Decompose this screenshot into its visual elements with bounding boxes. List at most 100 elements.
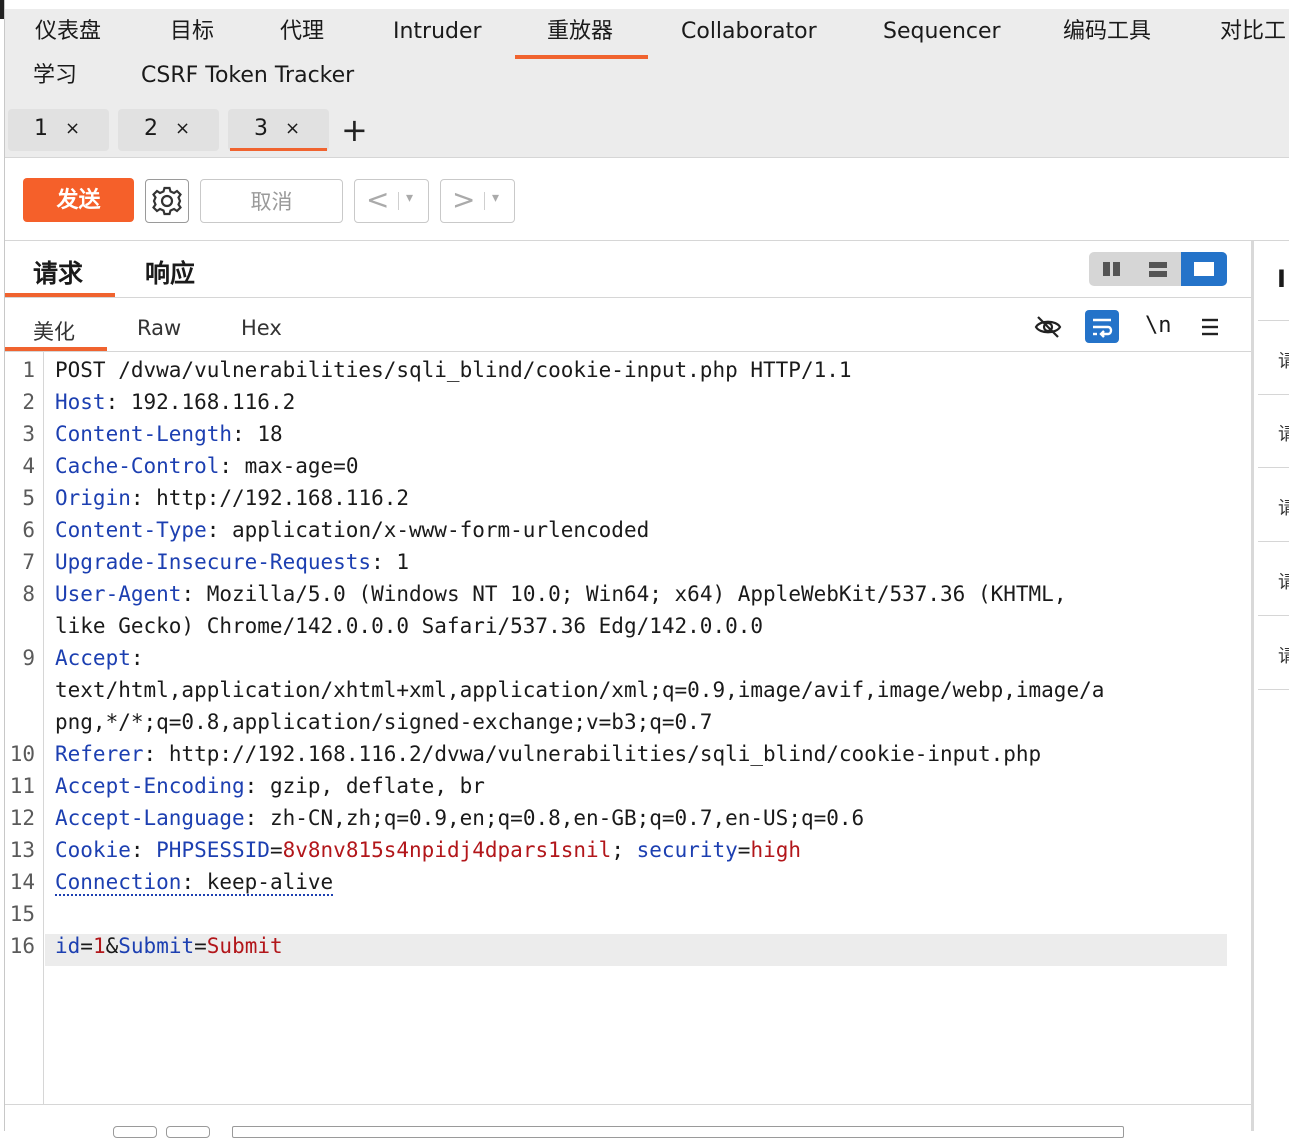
editor-menu-button[interactable] [1196, 311, 1228, 343]
eye-slash-icon [1034, 316, 1062, 338]
divider [5, 297, 1251, 298]
header-line-continuation: like Gecko) Chrome/142.0.0.0 Safari/537.… [55, 614, 764, 638]
header-line: Upgrade-Insecure-Requests: 1 [55, 550, 410, 574]
header-name: Connection [55, 870, 182, 894]
tab-response[interactable]: 响应 [145, 254, 195, 290]
forward-button[interactable]: > ▾ [440, 179, 515, 223]
line-number: 2 [22, 390, 35, 414]
chevron-left-icon: < [366, 183, 390, 216]
header-value: Mozilla/5.0 (Windows NT 10.0; Win64; x64… [194, 582, 1067, 606]
line-number: 13 [9, 838, 35, 862]
param-value: Submit [206, 934, 283, 958]
search-input[interactable] [232, 1126, 1124, 1138]
header-line: Host: 192.168.116.2 [55, 390, 296, 414]
repeater-tab-1[interactable]: 1 × [8, 109, 109, 151]
nav-target[interactable]: 目标 [170, 17, 214, 47]
cookie-name: PHPSESSID [156, 838, 270, 862]
header-line: Content-Length: 18 [55, 422, 283, 446]
nav-sequencer[interactable]: Sequencer [883, 17, 1001, 47]
header-name: Accept [55, 646, 131, 670]
header-line: Connection: keep-alive [55, 870, 334, 896]
inspector-item[interactable]: 请 [1258, 616, 1289, 690]
repeater-toolbar [5, 158, 1289, 241]
inspector-item[interactable]: 请 [1258, 542, 1289, 616]
nav-comparer[interactable]: 对比工 [1220, 17, 1286, 47]
nav-proxy[interactable]: 代理 [280, 17, 324, 47]
body-line: id=1&Submit=Submit [55, 934, 283, 958]
header-line: Origin: http://192.168.116.2 [55, 486, 410, 510]
line-number: 9 [22, 646, 35, 670]
header-line: Accept-Language: zh-CN,zh;q=0.9,en;q=0.8… [55, 806, 865, 830]
cancel-button[interactable]: 取消 [200, 179, 343, 223]
nav-learn[interactable]: 学习 [33, 61, 77, 91]
header-name: Cache-Control [55, 454, 220, 478]
header-value: keep-alive [194, 870, 334, 894]
nav-csrf-token-tracker[interactable]: CSRF Token Tracker [141, 61, 354, 91]
header-value: 192.168.116.2 [118, 390, 296, 414]
nav-intruder[interactable]: Intruder [393, 17, 482, 47]
hamburger-menu-icon [1202, 318, 1218, 336]
tab-request[interactable]: 请求 [33, 254, 83, 290]
param-value: 1 [92, 934, 106, 958]
nav-repeater[interactable]: 重放器 [514, 17, 649, 59]
header-value: 1 [383, 550, 410, 574]
header-name: Cookie [55, 838, 131, 862]
add-tab-button[interactable]: + [341, 113, 368, 147]
layout-rows-button[interactable] [1135, 252, 1181, 286]
layout-columns-button[interactable] [1089, 252, 1135, 286]
param-name: id [55, 934, 81, 958]
header-value: http://192.168.116.2 [143, 486, 410, 510]
header-line-continuation: text/html,application/xhtml+xml,applicat… [55, 678, 1105, 702]
gear-icon [152, 186, 182, 216]
word-wrap-button[interactable] [1085, 310, 1119, 343]
settings-button[interactable] [145, 179, 189, 223]
inspector-item[interactable]: 请 [1258, 394, 1289, 468]
tab-pretty[interactable]: 美化 [33, 316, 75, 346]
line-number: 12 [9, 806, 35, 830]
cookie-name: security [636, 838, 738, 862]
chevron-down-icon[interactable]: ▾ [492, 190, 499, 206]
hide-nonprintable-button[interactable] [1032, 311, 1064, 343]
single-pane-icon [1194, 262, 1214, 276]
send-button[interactable]: 发送 [23, 178, 134, 222]
close-icon[interactable]: × [65, 118, 80, 139]
header-line: Referer: http://192.168.116.2/dvwa/vulne… [55, 742, 1042, 766]
inspector-title: I [1277, 265, 1286, 293]
tab-raw[interactable]: Raw [137, 316, 181, 340]
header-line: Content-Type: application/x-www-form-url… [55, 518, 650, 542]
inspector-item[interactable]: 请 [1258, 468, 1289, 542]
nav-collaborator[interactable]: Collaborator [681, 17, 817, 47]
divider [484, 192, 485, 210]
back-button[interactable]: < ▾ [354, 179, 429, 223]
inspector-item-label: 请 [1278, 572, 1289, 593]
nav-decoder[interactable]: 编码工具 [1063, 17, 1151, 47]
layout-single-button[interactable] [1181, 252, 1227, 286]
line-number: 16 [9, 934, 35, 958]
show-newlines-button[interactable]: \n [1145, 313, 1172, 338]
tab-hex[interactable]: Hex [241, 316, 282, 340]
rows-icon [1149, 262, 1167, 277]
repeater-tab-3[interactable]: 3 × [228, 109, 329, 151]
cookie-value: 8v8nv815s4npidj4dpars1snil [282, 838, 612, 862]
layout-toggle [1089, 252, 1227, 286]
line-number: 6 [22, 518, 35, 542]
header-line: User-Agent: Mozilla/5.0 (Windows NT 10.0… [55, 582, 1067, 606]
line-number: 3 [22, 422, 35, 446]
search-toolbar-button[interactable] [166, 1126, 210, 1138]
header-name: Content-Length [55, 422, 233, 446]
divider [5, 1104, 1251, 1105]
line-number: 5 [22, 486, 35, 510]
wrap-icon [1093, 318, 1113, 338]
search-toolbar-button[interactable] [113, 1126, 157, 1138]
header-value: zh-CN,zh;q=0.9,en;q=0.8,en-GB;q=0.7,en-U… [257, 806, 865, 830]
chevron-right-icon: > [452, 183, 476, 216]
chevron-down-icon[interactable]: ▾ [406, 190, 413, 206]
inspector-item[interactable]: 请 [1258, 320, 1289, 395]
repeater-tab-2[interactable]: 2 × [118, 109, 219, 151]
close-icon[interactable]: × [285, 118, 300, 139]
close-icon[interactable]: × [175, 118, 190, 139]
inspector-item-label: 请 [1278, 351, 1289, 372]
inspector-item-label: 请 [1278, 498, 1289, 519]
nav-dashboard[interactable]: 仪表盘 [35, 17, 101, 47]
gutter-divider [43, 352, 44, 1104]
